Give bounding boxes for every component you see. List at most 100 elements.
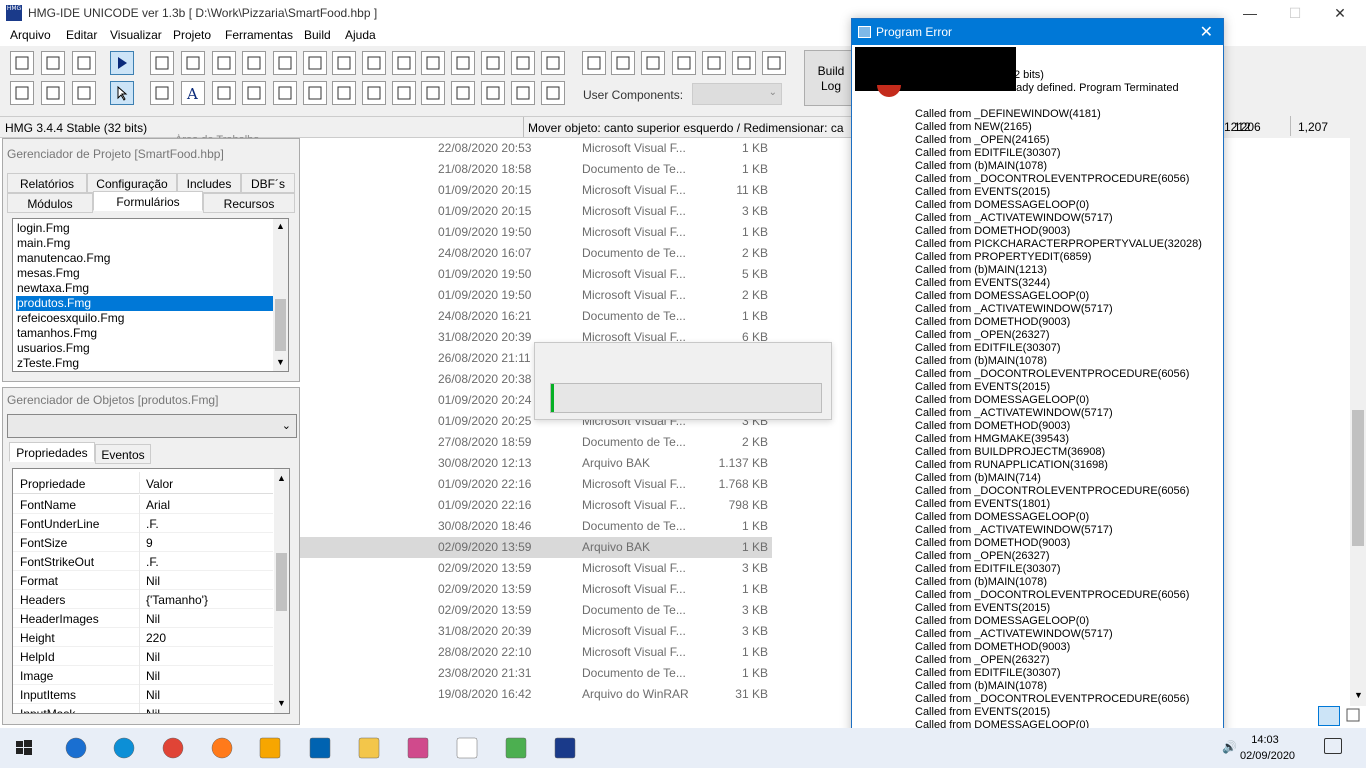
progress-icon[interactable] (451, 81, 475, 105)
file-row[interactable]: 02/09/2020 13:59 Microsoft Visual F... 3 K… (300, 558, 772, 579)
scroll-down-icon[interactable]: ▼ (277, 698, 286, 708)
file-row[interactable]: 27/08/2020 18:59 Documento de Te... 2 KB (300, 432, 772, 453)
large-icons-view-icon[interactable] (1344, 706, 1364, 726)
file-row[interactable]: 28/08/2020 22:10 Microsoft Visual F... 1 K… (300, 642, 772, 663)
file-row[interactable]: 30/08/2020 18:46 Documento de Te... 1 KB (300, 516, 772, 537)
file-row[interactable]: 01/09/2020 19:50 Microsoft Visual F... 2 K… (300, 285, 772, 306)
form-list-item[interactable]: manutencao.Fmg (16, 251, 273, 266)
error-close-button[interactable]: ✕ (1200, 22, 1213, 42)
image-icon[interactable] (392, 51, 416, 75)
table-icon[interactable] (451, 51, 475, 75)
object-selector-combo[interactable]: ⌄ (7, 414, 297, 438)
property-value[interactable]: Nil (146, 688, 160, 702)
file-row[interactable]: 01/09/2020 20:15 Microsoft Visual F... 3 K… (300, 201, 772, 222)
align-vcenter-icon[interactable] (672, 51, 696, 75)
scroll-thumb[interactable] (1352, 410, 1364, 546)
chrome-icon[interactable] (159, 734, 187, 762)
property-value[interactable]: Nil (146, 707, 160, 713)
property-row[interactable]: HeaderImages Nil (13, 609, 273, 628)
clock-icon[interactable] (212, 81, 236, 105)
file-row[interactable]: 30/08/2020 12:13 Arquivo BAK 1.137 KB (300, 453, 772, 474)
monthcal-icon[interactable] (421, 81, 445, 105)
property-row[interactable]: Image Nil (13, 666, 273, 685)
menu-ferramentas[interactable]: Ferramentas (225, 28, 293, 42)
form-list-item[interactable]: zTeste.Fmg (16, 356, 273, 371)
property-value[interactable]: Nil (146, 574, 160, 588)
maximize-button[interactable]: ☐ (1272, 0, 1318, 26)
new-file-icon[interactable] (10, 51, 34, 75)
label-icon[interactable] (481, 51, 505, 75)
browse-icon[interactable] (392, 81, 416, 105)
build-log-button[interactable]: Build Log (804, 50, 858, 106)
button-icon[interactable] (181, 51, 205, 75)
file-row[interactable]: 24/08/2020 16:07 Documento de Te... 2 KB (300, 243, 772, 264)
file-row[interactable]: 01/09/2020 20:15 Microsoft Visual F... 11 … (300, 180, 772, 201)
form-list-item[interactable]: newtaxa.Fmg (16, 281, 273, 296)
menu-projeto[interactable]: Projeto (173, 28, 211, 42)
media-player-icon[interactable] (256, 734, 284, 762)
form-list-item[interactable]: login.Fmg (16, 221, 273, 236)
property-row[interactable]: InputMask Nil (13, 704, 273, 713)
details-view-icon[interactable] (1318, 706, 1340, 726)
file-row[interactable]: 19/08/2020 16:42 Arquivo do WinRAR 31 KB (300, 684, 772, 705)
property-value[interactable]: Nil (146, 650, 160, 664)
notifications-icon[interactable] (1324, 738, 1342, 754)
form-list-item[interactable]: usuarios.Fmg (16, 341, 273, 356)
property-value[interactable]: Nil (146, 669, 160, 683)
background-scrollbar[interactable]: ▼ (1350, 138, 1366, 706)
property-row[interactable]: Height 220 (13, 628, 273, 647)
open-project-icon[interactable] (72, 51, 96, 75)
scroll-thumb[interactable] (275, 299, 286, 351)
form-list-item[interactable]: produtos.Fmg (16, 296, 273, 311)
menu-visualizar[interactable]: Visualizar (110, 28, 162, 42)
file-row[interactable]: 01/09/2020 22:16 Microsoft Visual F... 1.7… (300, 474, 772, 495)
file-row[interactable]: 23/08/2020 21:31 Documento de Te... 1 KB (300, 663, 772, 684)
form-list-item[interactable]: refeicoesxquilo.Fmg (16, 311, 273, 326)
menu-build[interactable]: Build (304, 28, 331, 42)
text-icon[interactable]: A (181, 81, 205, 105)
list-icon[interactable] (242, 51, 266, 75)
forms-list[interactable]: login.Fmg main.Fmg manutencao.Fmg mesas.Fmg… (12, 218, 289, 372)
close-button[interactable]: ✕ (1317, 0, 1363, 26)
property-value[interactable]: .F. (146, 555, 159, 569)
hyperlink-icon[interactable] (273, 81, 297, 105)
radio-icon[interactable] (242, 81, 266, 105)
property-row[interactable]: HelpId Nil (13, 647, 273, 666)
property-value[interactable]: Arial (146, 498, 170, 512)
file-row[interactable]: 21/08/2020 18:58 Documento de Te... 1 KB (300, 159, 772, 180)
hmg-ide-icon[interactable] (551, 734, 579, 762)
pointer-icon[interactable] (110, 81, 134, 105)
notepad-icon[interactable] (453, 734, 481, 762)
file-explorer-icon[interactable] (355, 734, 383, 762)
property-row[interactable]: Format Nil (13, 571, 273, 590)
mail-icon[interactable] (306, 734, 334, 762)
panel-icon[interactable] (511, 81, 535, 105)
file-row[interactable]: 02/09/2020 13:59 Documento de Te... 3 KB (300, 600, 772, 621)
form-list-item[interactable]: tamanhos.Fmg (16, 326, 273, 341)
menu-arquivo[interactable]: Arquivo (10, 28, 51, 42)
activex-icon[interactable] (481, 81, 505, 105)
tab-propriedades[interactable]: Propriedades (9, 442, 95, 462)
checkbox-icon[interactable] (212, 51, 236, 75)
align-center-icon[interactable] (641, 51, 665, 75)
menu-editar[interactable]: Editar (66, 28, 97, 42)
scroll-up-icon[interactable]: ▲ (276, 221, 285, 231)
datepicker-icon[interactable] (332, 51, 356, 75)
properties-grid[interactable]: Propriedade Valor FontName Arial FontUnder… (12, 468, 290, 714)
property-row[interactable]: FontUnderLine .F. (13, 514, 273, 533)
file-row[interactable]: 02/09/2020 13:59 Microsoft Visual F... 1 K… (300, 579, 772, 600)
frame-icon[interactable] (150, 51, 174, 75)
firefox-icon[interactable] (208, 734, 236, 762)
file-row[interactable]: 02/09/2020 13:59 Arquivo BAK 1 KB (300, 537, 772, 558)
combo-icon[interactable] (362, 51, 386, 75)
forms-scrollbar[interactable]: ▲ ▼ (273, 219, 288, 371)
form-list-item[interactable]: mesas.Fmg (16, 266, 273, 281)
form-icon[interactable] (10, 81, 34, 105)
animation-icon[interactable] (332, 81, 356, 105)
align-bottom-icon[interactable] (611, 51, 635, 75)
file-row[interactable]: 01/09/2020 19:50 Microsoft Visual F... 1 K… (300, 222, 772, 243)
notepad-plus-icon[interactable] (502, 734, 530, 762)
form-list-item[interactable]: main.Fmg (16, 236, 273, 251)
file-row[interactable]: 01/09/2020 19:50 Microsoft Visual F... 5 K… (300, 264, 772, 285)
scroll-down-icon[interactable]: ▼ (276, 357, 285, 367)
